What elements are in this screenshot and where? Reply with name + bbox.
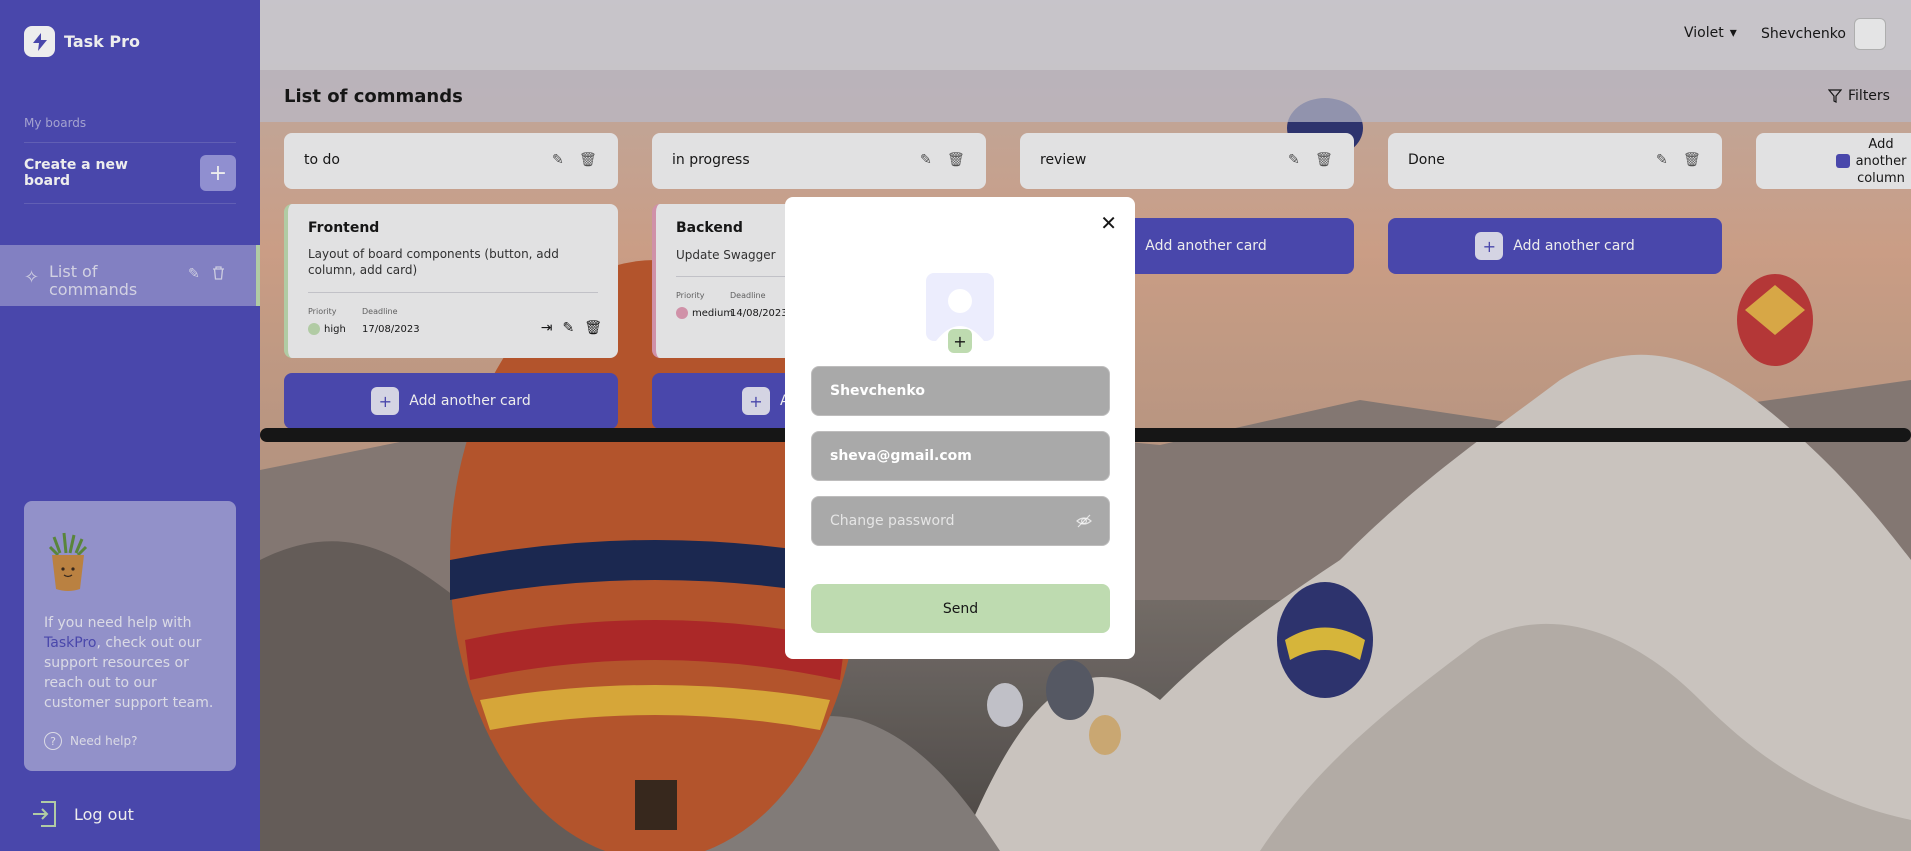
password-placeholder: Change password <box>830 513 955 529</box>
name-field[interactable]: Shevchenko <box>811 366 1110 416</box>
email-field[interactable]: sheva@gmail.com <box>811 431 1110 481</box>
modal-title: Edit profile <box>811 225 924 246</box>
close-icon[interactable]: ✕ <box>1100 211 1117 235</box>
password-field[interactable]: Change password <box>811 496 1110 546</box>
eye-off-icon[interactable] <box>1075 512 1093 534</box>
send-button[interactable]: Send <box>811 584 1110 633</box>
upload-avatar-button[interactable]: + <box>948 329 972 353</box>
edit-profile-modal: Edit profile ✕ + Shevchenko sheva@gmail.… <box>785 197 1135 659</box>
